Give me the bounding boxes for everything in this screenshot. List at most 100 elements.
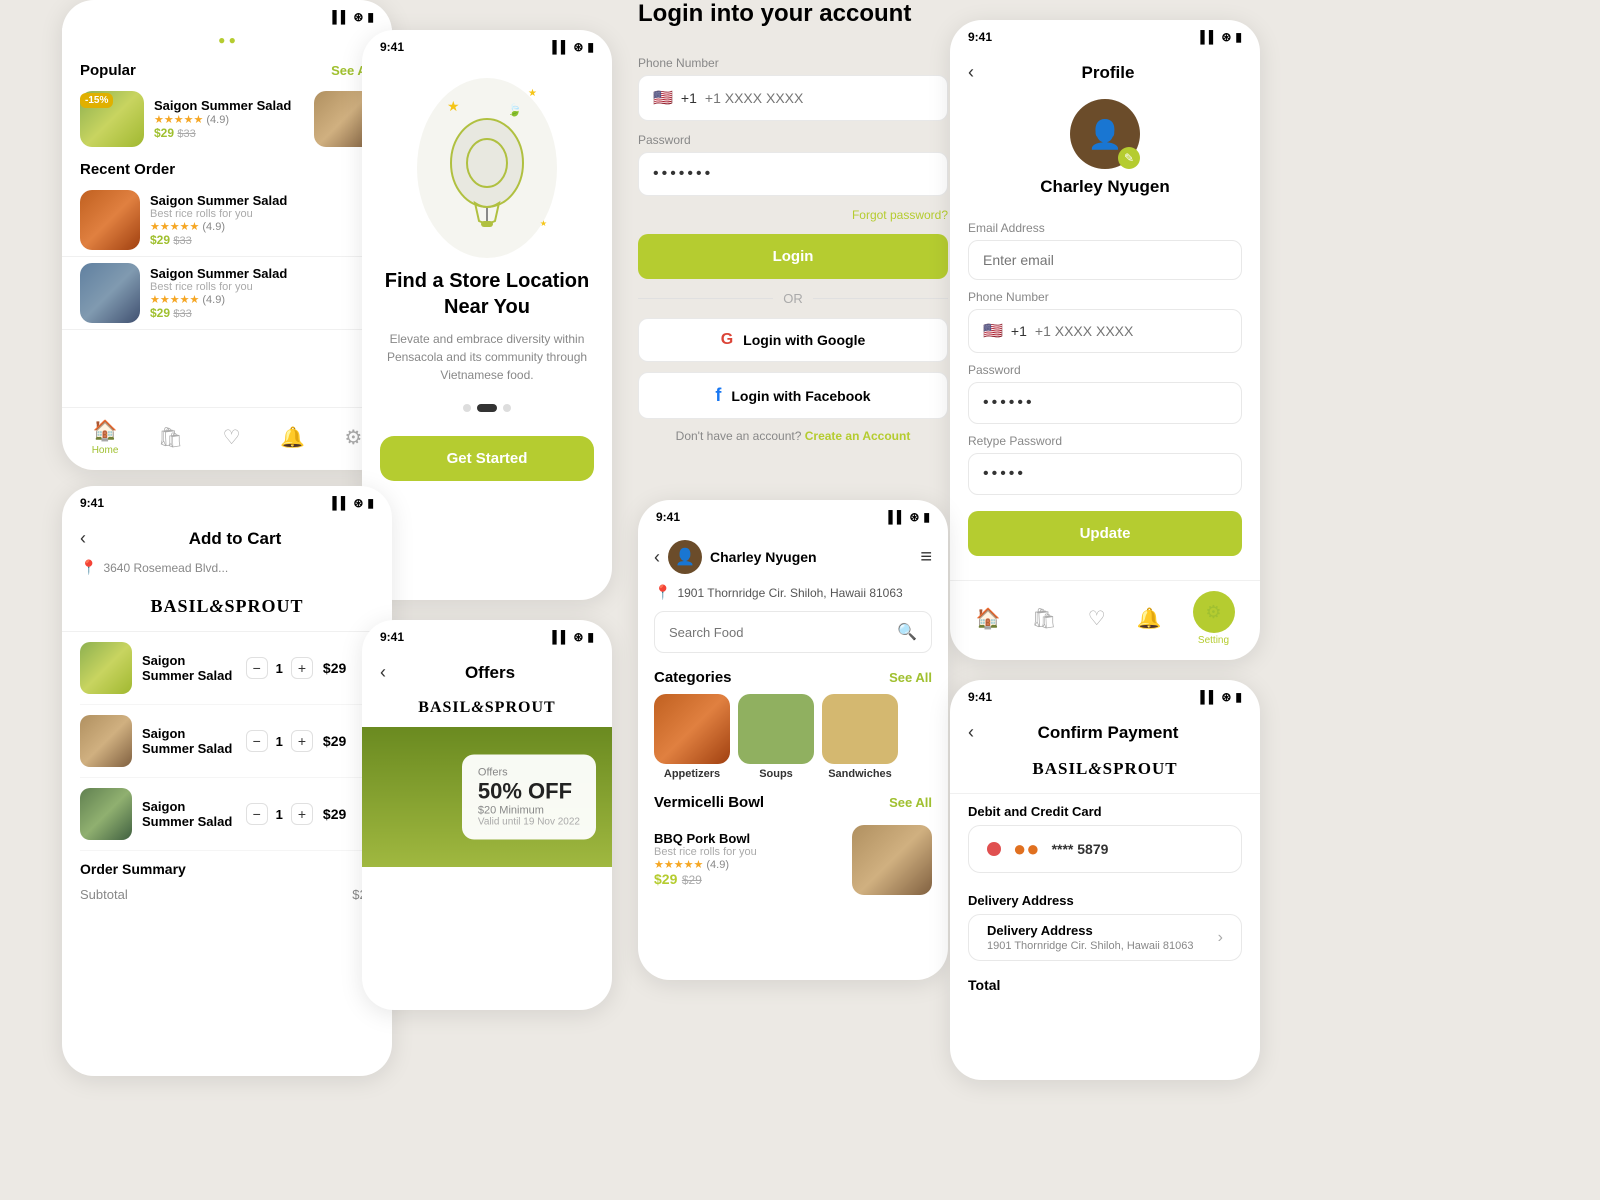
qty-plus-button[interactable]: + xyxy=(291,803,313,825)
cart-location: 📍 3640 Rosemead Blvd... xyxy=(62,555,392,586)
avatar-edit-button[interactable]: ✎ xyxy=(1118,147,1140,169)
user-name: Charley Nyugen xyxy=(710,549,912,565)
or-divider: OR xyxy=(638,291,948,306)
category-item-sandwiches[interactable]: Sandwiches xyxy=(822,694,898,780)
update-button[interactable]: Update xyxy=(968,511,1242,556)
phone-input[interactable] xyxy=(705,90,933,106)
popular-label: Popular xyxy=(80,62,136,79)
category-item-soups[interactable]: Soups xyxy=(738,694,814,780)
nav-home-label: Home xyxy=(92,445,119,456)
heart-icon: ♡ xyxy=(1088,606,1106,631)
phone-prefix: +1 xyxy=(681,90,697,106)
facebook-login-button[interactable]: f Login with Facebook xyxy=(638,372,948,419)
recent-item-stars: ★★★★★ (4.9) xyxy=(150,293,374,306)
search-bar[interactable]: 🔍 xyxy=(654,611,932,653)
recent-item-image xyxy=(80,190,140,250)
food-item-info: BBQ Pork Bowl Best rice rolls for you ★★… xyxy=(654,831,842,889)
forgot-password-link[interactable]: Forgot password? xyxy=(638,208,948,222)
cart-item-name: Saigon Summer Salad xyxy=(142,726,236,756)
nav-cart[interactable]: 🛍 xyxy=(1031,606,1056,631)
avatar-emoji: 👤 xyxy=(1088,118,1123,151)
heart-icon: ♡ xyxy=(223,425,241,450)
nav-settings[interactable]: ⚙ Setting xyxy=(1193,591,1235,646)
qty-minus-button[interactable]: − xyxy=(246,657,268,679)
time: 9:41 xyxy=(80,496,104,510)
profile-title: Profile xyxy=(974,63,1242,83)
offers-header: ‹ Offers xyxy=(362,648,612,691)
delivery-info: Delivery Address 1901 Thornridge Cir. Sh… xyxy=(987,923,1193,952)
recent-item-2[interactable]: Saigon Summer Salad Best rice rolls for … xyxy=(62,257,392,330)
leaf-deco: 🍃 xyxy=(507,103,522,117)
find-store-description: Elevate and embrace diversity within Pen… xyxy=(380,330,594,384)
google-login-button[interactable]: G Login with Google xyxy=(638,318,948,362)
back-icon[interactable]: ‹ xyxy=(654,547,660,568)
quantity-control: − 1 + xyxy=(246,657,313,679)
password-input-field[interactable]: ••••••• xyxy=(638,152,948,196)
popular-item[interactable]: -15% Saigon Summer Salad ★★★★★ (4.9) $29… xyxy=(62,85,392,153)
login-button[interactable]: Login xyxy=(638,234,948,279)
recent-item-info: Saigon Summer Salad Best rice rolls for … xyxy=(150,266,374,320)
recent-item-name: Saigon Summer Salad xyxy=(150,193,374,208)
phone-input-field[interactable]: 🇺🇸 +1 xyxy=(638,75,948,121)
qty-minus-button[interactable]: − xyxy=(246,730,268,752)
status-bar: 9:41 ▌▌⊛▮ xyxy=(950,680,1260,708)
food-item-card[interactable]: BBQ Pork Bowl Best rice rolls for you ★★… xyxy=(638,819,948,901)
email-label: Email Address xyxy=(968,221,1242,235)
nav-home[interactable]: 🏠 xyxy=(975,606,1000,631)
nav-notifications[interactable]: 🔔 xyxy=(1137,606,1162,631)
email-input-field[interactable] xyxy=(968,240,1242,280)
see-all-categories[interactable]: See All xyxy=(889,670,932,685)
nav-settings[interactable]: ⚙ xyxy=(344,425,362,450)
quantity-value: 1 xyxy=(276,807,283,822)
home-icon: 🏠 xyxy=(93,418,118,443)
qty-plus-button[interactable]: + xyxy=(291,730,313,752)
cart-screen: 9:41 ▌▌⊛▮ ‹ Add to Cart 📍 3640 Rosemead … xyxy=(62,486,392,1076)
search-input[interactable] xyxy=(669,625,889,640)
category-item-appetizers[interactable]: Appetizers xyxy=(654,694,730,780)
phone-input-field[interactable]: 🇺🇸 +1 xyxy=(968,309,1242,353)
recent-item-price: $29 $33 xyxy=(150,233,374,247)
retype-password-field[interactable]: ••••• xyxy=(968,453,1242,495)
password-input-field[interactable]: •••••• xyxy=(968,382,1242,424)
nav-favorites[interactable]: ♡ xyxy=(223,425,241,450)
star-deco-2: ★ xyxy=(528,88,537,99)
offer-minimum: $20 Minimum xyxy=(478,805,580,817)
delivery-address-row[interactable]: Delivery Address 1901 Thornridge Cir. Sh… xyxy=(968,914,1242,961)
cart-item-name: Saigon Summer Salad xyxy=(142,799,236,829)
get-started-button[interactable]: Get Started xyxy=(380,436,594,481)
cart-item-price: $29 xyxy=(323,733,346,749)
phone-input[interactable] xyxy=(1035,323,1227,339)
see-all-vermicelli[interactable]: See All xyxy=(889,795,932,810)
menu-icon[interactable]: ≡ xyxy=(920,546,932,569)
avatar-wrapper: 👤 ✎ xyxy=(1070,99,1140,169)
email-input[interactable] xyxy=(983,252,1227,268)
back-icon[interactable]: ‹ xyxy=(80,528,86,549)
recent-item-1[interactable]: Saigon Summer Salad Best rice rolls for … xyxy=(62,184,392,257)
food-address: 📍 1901 Thornridge Cir. Shiloh, Hawaii 81… xyxy=(638,582,948,611)
password-label: Password xyxy=(968,363,1242,377)
nav-favorites[interactable]: ♡ xyxy=(1088,606,1106,631)
food-item-desc: Best rice rolls for you xyxy=(654,846,842,858)
quantity-control: − 1 + xyxy=(246,730,313,752)
card-row[interactable]: ●● **** 5879 xyxy=(968,825,1242,873)
create-account-link[interactable]: Create an Account xyxy=(805,429,911,443)
offers-screen: 9:41 ▌▌⊛▮ ‹ Offers BASIL&SPROUT Offers 5… xyxy=(362,620,612,1010)
cart-icon: 🛍 xyxy=(158,425,183,450)
status-bar: 9:41 ▌▌⊛▮ xyxy=(638,500,948,528)
order-summary-title: Order Summary xyxy=(80,861,374,877)
category-list: Appetizers Soups Sandwiches xyxy=(638,694,948,790)
nav-notifications[interactable]: 🔔 xyxy=(280,425,305,450)
nav-cart[interactable]: 🛍 xyxy=(158,425,183,450)
categories-title: Categories xyxy=(654,669,732,686)
cart-item-image xyxy=(80,715,132,767)
bottom-nav: 🏠 Home 🛍 ♡ 🔔 ⚙ xyxy=(62,407,392,470)
home-icon: 🏠 xyxy=(975,606,1000,631)
login-screen: Login into your account Phone Number 🇺🇸 … xyxy=(638,0,948,453)
login-body: Phone Number 🇺🇸 +1 Password ••••••• Forg… xyxy=(638,46,948,453)
payment-brand-logo: BASIL&SPROUT xyxy=(950,751,1260,794)
nav-home[interactable]: 🏠 Home xyxy=(92,418,119,456)
search-icon: 🔍 xyxy=(897,622,917,642)
qty-plus-button[interactable]: + xyxy=(291,657,313,679)
cart-item-1: Saigon Summer Salad − 1 + $29 ✕ xyxy=(80,632,374,705)
qty-minus-button[interactable]: − xyxy=(246,803,268,825)
